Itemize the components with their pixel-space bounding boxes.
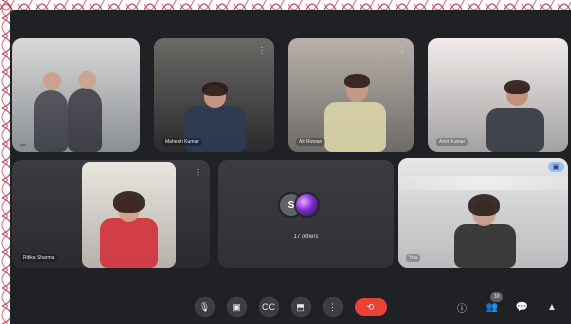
participant-hair <box>344 74 370 88</box>
captions-icon[interactable]: CC <box>258 297 279 317</box>
more-icon[interactable]: ⋮ <box>192 166 204 178</box>
participant-silhouette <box>68 88 102 152</box>
participant-hair <box>202 82 228 96</box>
participant-name: Mahesh Kumar <box>162 138 202 146</box>
participant-name: You <box>406 254 421 262</box>
participant-hair <box>504 80 530 94</box>
mic-icon[interactable]: 🎙 <box>194 297 215 317</box>
participant-hair <box>113 191 145 213</box>
others-count: 17 others <box>293 234 319 240</box>
more-icon[interactable]: ⋮ <box>396 44 408 56</box>
participant-tile-4[interactable]: Amit Kumar ⋮ <box>428 38 568 152</box>
camera-icon[interactable]: ▣ <box>226 297 247 317</box>
present-icon[interactable]: ⬒ <box>290 297 311 317</box>
activities-icon[interactable]: ▲ <box>543 298 561 316</box>
more-icon[interactable]: ⋮ <box>322 297 343 317</box>
participant-shirt <box>100 218 158 268</box>
participant-silhouette <box>34 90 68 152</box>
info-icon[interactable]: ⓘ <box>453 298 471 316</box>
participant-shirt <box>486 108 544 152</box>
participant-name: Amit Kumar <box>436 138 469 146</box>
chat-icon[interactable]: 💬 <box>513 298 531 316</box>
participant-shirt <box>324 102 386 152</box>
meeting-right-controls: ⓘ 👥 38 💬 ▲ <box>453 292 561 316</box>
meet-screen: Mahesh Kumar ⋮ Ali Rizwan ⋮ Amit Kumar ⋮ <box>10 10 571 324</box>
participant-hair <box>468 194 500 216</box>
participant-head <box>78 71 96 89</box>
participant-name <box>20 144 26 146</box>
participants-summary-tile[interactable]: S 17 others <box>218 160 394 268</box>
participant-tile-3[interactable]: Ali Rizwan ⋮ <box>288 38 414 152</box>
phone-hangup-icon[interactable]: ⟲ <box>354 298 387 316</box>
self-view-tile[interactable]: You ▣ <box>398 158 568 268</box>
more-icon[interactable]: ⋮ <box>550 44 562 56</box>
participant-head <box>43 72 61 90</box>
people-count-badge: 38 <box>490 292 503 302</box>
app-frame: Mahesh Kumar ⋮ Ali Rizwan ⋮ Amit Kumar ⋮ <box>0 0 571 324</box>
participant-name: Ali Rizwan <box>296 138 326 146</box>
pin-icon[interactable]: ▣ <box>548 162 564 172</box>
participant-tile-5[interactable]: Ritika Sharma ⋮ <box>12 160 210 268</box>
participant-tile-1[interactable] <box>12 38 140 152</box>
participant-name: Ritika Sharma <box>20 254 58 262</box>
ceiling-lights <box>398 176 568 190</box>
participant-tile-2[interactable]: Mahesh Kumar ⋮ <box>154 38 274 152</box>
people-icon[interactable]: 👥 38 <box>483 292 503 316</box>
more-icon[interactable]: ⋮ <box>256 44 268 56</box>
avatar-photo <box>296 194 318 216</box>
participant-shirt <box>454 224 516 268</box>
